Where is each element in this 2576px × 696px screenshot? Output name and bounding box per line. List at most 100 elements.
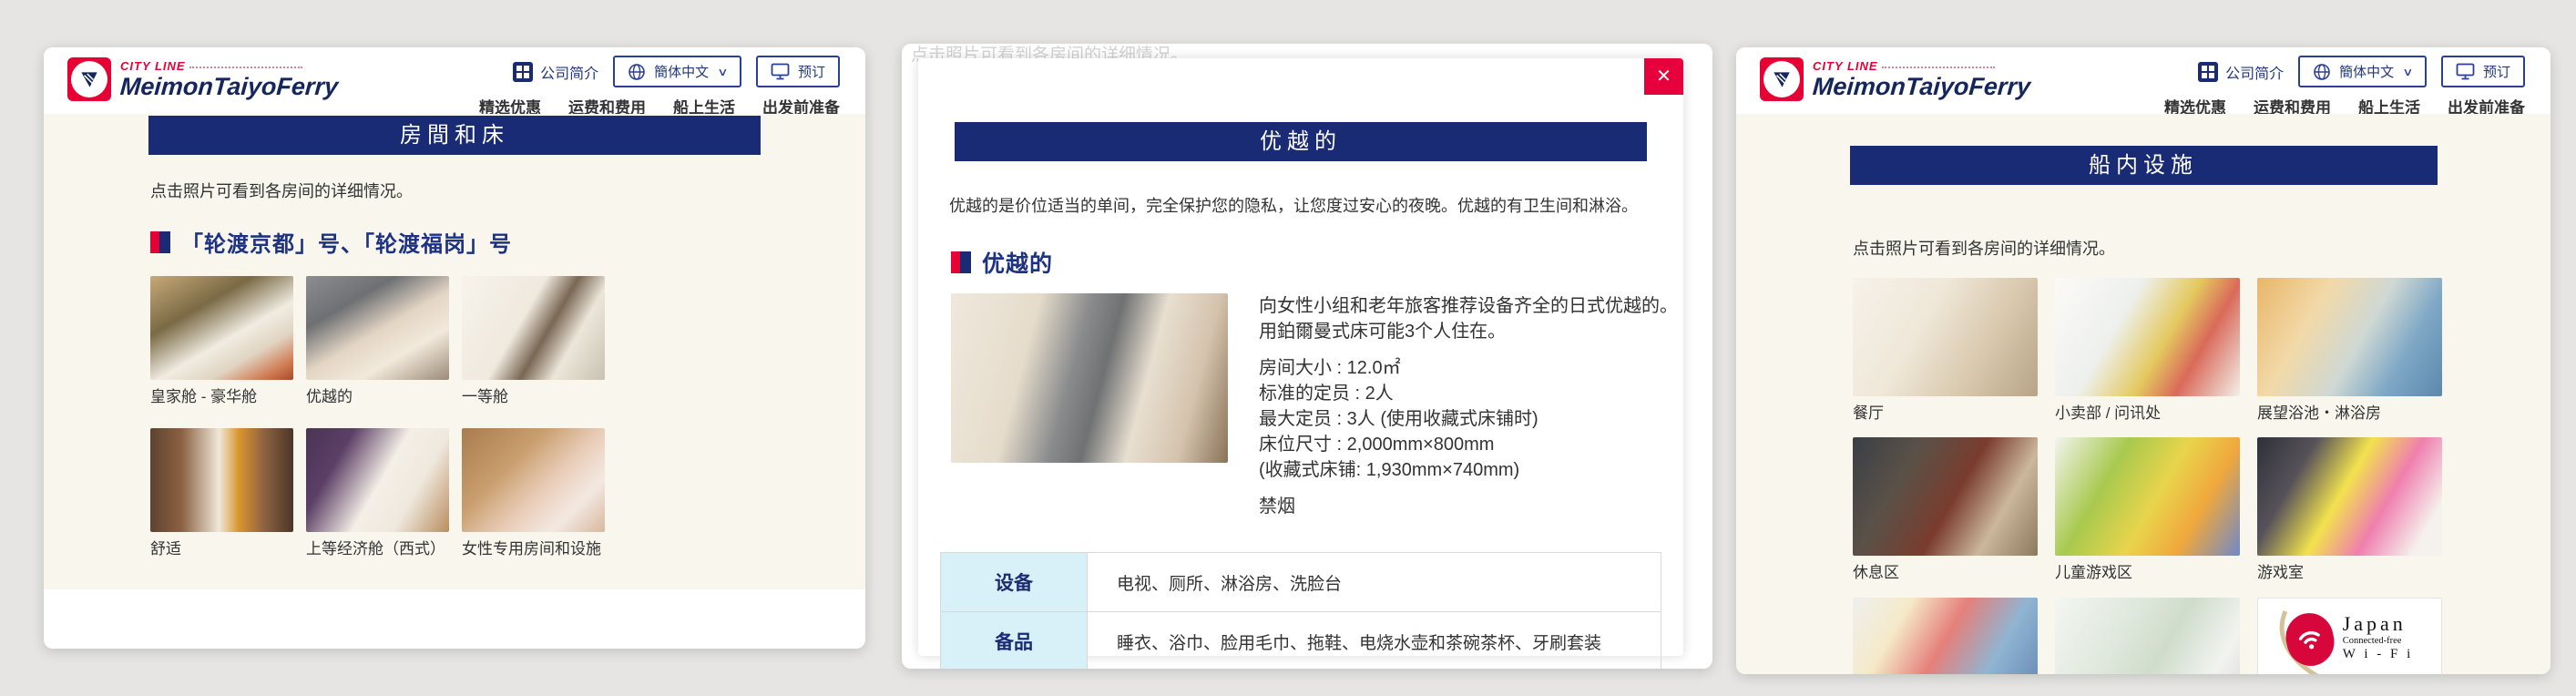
brand-logo-icon [1760, 57, 1804, 101]
japan-wifi-logo: Japan Connected-free W i - F i ® [2257, 598, 2442, 675]
section-bullet-icon [951, 251, 971, 273]
close-icon: ✕ [1656, 67, 1671, 87]
browser-window-room-detail: 点击照片可看到各房间的详细情况。 ✕ 优越的 优越的是价位适当的单间，完全保护您… [902, 44, 1712, 669]
room-photo [462, 428, 605, 532]
room-thumbnail-comfort[interactable]: 舒适 [150, 428, 293, 558]
room-thumbnail-economy[interactable]: 上等经济舱（西式） [306, 428, 449, 558]
brand-cityline: CITY LINE [1813, 60, 1878, 72]
facility-thumbnail-bath[interactable]: 展望浴池・淋浴房 [2257, 278, 2442, 423]
facility-thumbnail-lounge[interactable]: 休息区 [1853, 437, 2038, 582]
brand-logo-text: CITY LINE MeimonTaiyoFerry [120, 60, 338, 99]
room-caption: 皇家舱 - 豪华舱 [150, 387, 293, 406]
room-photo [306, 276, 449, 380]
room-detail-modal: ✕ 优越的 优越的是价位适当的单间，完全保护您的隐私，让您度过安心的夜晚。优越的… [918, 58, 1683, 656]
utility-row: 公司简介 簡体中文 ∨ 预订 [513, 56, 840, 87]
cityline-squiggle [1882, 63, 1995, 68]
cityline-squiggle [189, 63, 302, 68]
chevron-down-icon: ∨ [717, 66, 728, 78]
site-header: CITY LINE MeimonTaiyoFerry 公司简介 簡体中文 ∨ 预… [44, 47, 865, 114]
monitor-icon [771, 63, 790, 80]
modal-section-title: 优越的 [982, 246, 1053, 279]
no-smoking-label: 禁烟 [1259, 494, 1683, 519]
facility-thumbnail-lockers[interactable] [2055, 598, 2240, 675]
modal-description: 优越的是价位适当的单间，完全保护您的隐私，让您度过安心的夜晚。优越的有卫生间和淋… [949, 194, 1652, 219]
facility-photo [1853, 278, 2038, 396]
facility-photo [2257, 278, 2442, 396]
spec-max-capacity: 最大定员 : 3人 (使用收藏式床铺时) [1259, 406, 1683, 432]
facility-thumbnail-vending[interactable] [1853, 598, 2038, 675]
booking-button[interactable]: 预订 [2441, 56, 2525, 87]
company-profile-link[interactable]: 公司简介 [513, 61, 598, 83]
brand-logo[interactable]: CITY LINE MeimonTaiyoFerry [67, 57, 338, 101]
room-caption: 舒适 [150, 539, 293, 558]
booking-label: 预订 [2483, 62, 2510, 81]
language-label: 簡体中文 [654, 62, 709, 81]
room-thumbnail-first-class[interactable]: 一等舱 [462, 276, 605, 406]
room-thumbnail-superior[interactable]: 优越的 [306, 276, 449, 406]
sail-icon [1770, 67, 1794, 91]
facility-caption: 游戏室 [2257, 563, 2442, 582]
section-bullet-icon [150, 231, 170, 253]
grid-icon [2198, 62, 2218, 82]
facility-caption: 展望浴池・淋浴房 [2257, 404, 2442, 423]
table-row-supplies: 备品 睡衣、浴巾、脸用毛巾、拖鞋、电烧水壶和茶碗茶杯、牙刷套装 [941, 612, 1661, 670]
room-grid: 皇家舱 - 豪华舱 优越的 一等舱 舒适 上等经济舱（西式） 女性专用房间和设施 [150, 276, 865, 559]
facility-caption: 餐厅 [1853, 404, 2038, 423]
facility-photo [1853, 598, 2038, 675]
ship-section-title: 「轮渡京都」号、「轮渡福岗」号 [181, 226, 512, 258]
modal-section-heading: 优越的 [951, 246, 1683, 279]
company-profile-label: 公司简介 [540, 61, 598, 83]
room-detail-row: 向女性小组和老年旅客推荐设备齐全的日式优越的。用鉑爾曼式床可能3个人住在。 房间… [951, 293, 1683, 519]
language-selector[interactable]: 簡体中文 ∨ [2298, 56, 2427, 87]
page-title-banner: 房間和床 [148, 116, 761, 155]
globe-icon [2313, 63, 2331, 81]
table-row-equipment: 设备 电视、厕所、淋浴房、洗脸台 [941, 553, 1661, 612]
brand-name: MeimonTaiyoFerry [1812, 75, 2031, 99]
room-photo [306, 428, 449, 532]
company-profile-label: 公司简介 [2225, 61, 2284, 83]
room-photo-large [951, 293, 1228, 463]
intro-text: 点击照片可看到各房间的详细情况。 [150, 179, 865, 202]
ship-section-heading: 「轮渡京都」号、「轮渡福岗」号 [150, 226, 865, 258]
room-thumbnail-ladies[interactable]: 女性专用房间和设施 [462, 428, 605, 558]
site-header: CITY LINE MeimonTaiyoFerry 公司简介 簡体中文 ∨ 预… [1736, 47, 2550, 114]
spec-bed-size: 床位尺寸 : 2,000mm×800mm [1259, 432, 1683, 457]
room-specs: 房间大小 : 12.0㎡ 标准的定员 : 2人 最大定员 : 3人 (使用收藏式… [1259, 355, 1683, 483]
room-thumbnail-royal[interactable]: 皇家舱 - 豪华舱 [150, 276, 293, 406]
table-label-supplies: 备品 [941, 612, 1088, 670]
facility-photo [2055, 598, 2240, 675]
booking-label: 预订 [798, 62, 825, 81]
facility-caption: 休息区 [1853, 563, 2038, 582]
language-selector[interactable]: 簡体中文 ∨ [613, 56, 741, 87]
brand-logo-circle [1763, 61, 1800, 97]
room-caption: 女性专用房间和设施 [462, 539, 605, 558]
brand-logo-icon [67, 57, 111, 101]
facility-thumbnail-wifi[interactable]: Japan Connected-free W i - F i ® [2257, 598, 2442, 675]
facility-photo [2055, 278, 2240, 396]
brand-name: MeimonTaiyoFerry [119, 75, 339, 99]
page-title-banner: 船内设施 [1850, 146, 2438, 185]
header-right: 公司简介 簡体中文 ∨ 预订 精选优惠 运费和费用 船上生活 出发前准备 [2164, 56, 2525, 118]
spec-room-size: 房间大小 : 12.0㎡ [1259, 355, 1683, 381]
header-right: 公司简介 簡体中文 ∨ 预订 精选优惠 运费和费用 船上生活 出发前准备 [479, 56, 840, 118]
spec-pullman-bed-size: (收藏式床铺: 1,930mm×740mm) [1259, 457, 1683, 483]
company-profile-link[interactable]: 公司简介 [2198, 61, 2284, 83]
table-value-equipment: 电视、厕所、淋浴房、洗脸台 [1088, 553, 1661, 612]
modal-title-banner: 优越的 [955, 122, 1647, 161]
facility-photo [2055, 437, 2240, 556]
sail-icon [77, 67, 101, 91]
spec-standard-capacity: 标准的定员 : 2人 [1259, 381, 1683, 406]
facility-thumbnail-game-room[interactable]: 游戏室 [2257, 437, 2442, 582]
globe-icon [628, 63, 646, 81]
facility-photo [1853, 437, 2038, 556]
facilities-page-body: 船内设施 点击照片可看到各房间的详细情况。 餐厅 小卖部 / 问讯处 展望浴池・… [1736, 114, 2550, 674]
close-button[interactable]: ✕ [1644, 58, 1683, 95]
facility-thumbnail-restaurant[interactable]: 餐厅 [1853, 278, 2038, 423]
room-photo [150, 428, 293, 532]
facility-thumbnail-shop[interactable]: 小卖部 / 问讯处 [2055, 278, 2240, 423]
room-detail-text: 向女性小组和老年旅客推荐设备齐全的日式优越的。用鉑爾曼式床可能3个人住在。 房间… [1259, 293, 1683, 519]
facility-photo [2257, 437, 2442, 556]
brand-logo[interactable]: CITY LINE MeimonTaiyoFerry [1760, 57, 2030, 101]
facility-thumbnail-kids-room[interactable]: 儿童游戏区 [2055, 437, 2240, 582]
booking-button[interactable]: 预订 [756, 56, 840, 87]
